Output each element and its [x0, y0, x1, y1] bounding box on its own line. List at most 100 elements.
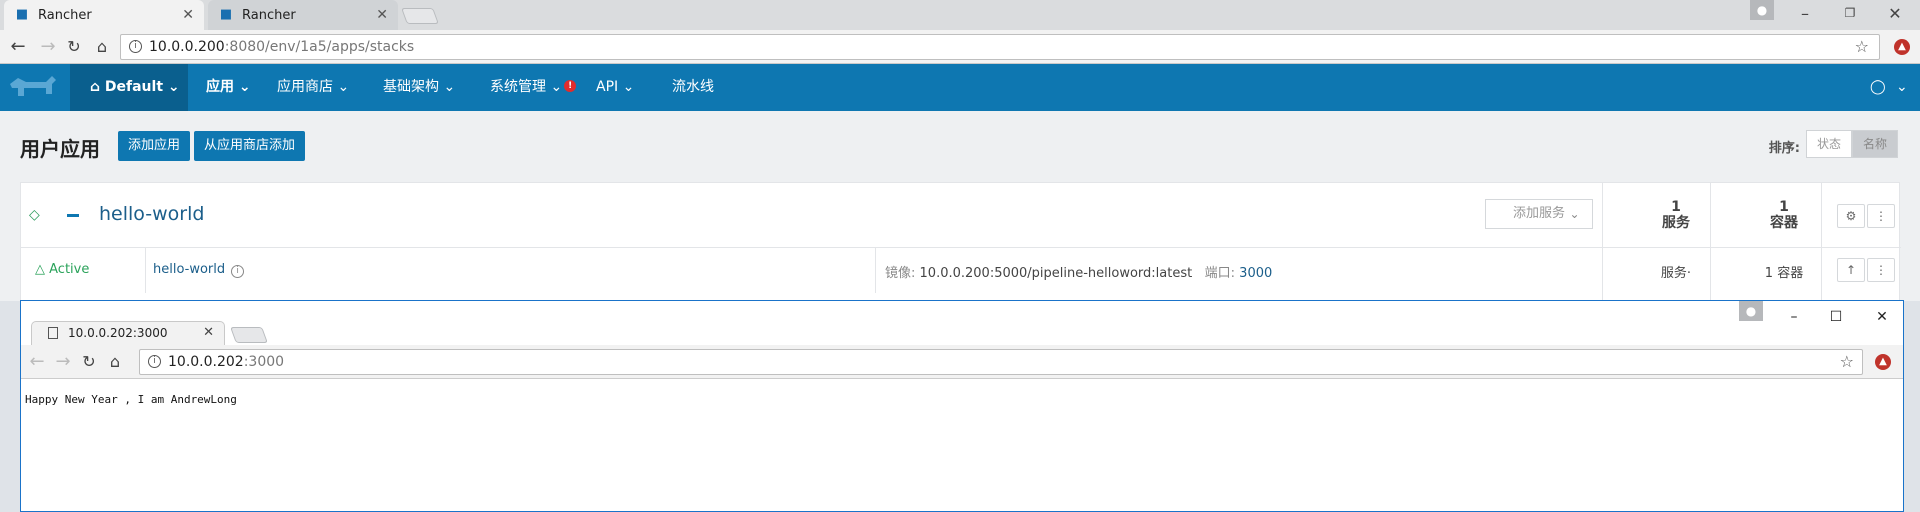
rancher-logo-icon[interactable] [8, 74, 58, 100]
main-content: 用户应用 添加应用 从应用商店添加 排序: 状态 名称 ◇ hello-worl… [0, 111, 1920, 302]
nav-pipeline[interactable]: 流水线 [672, 64, 714, 111]
extension-icon[interactable]: ▲ [1875, 354, 1891, 370]
url-input[interactable]: i 10.0.0.200:8080/env/1a5/apps/stacks ☆ [120, 34, 1880, 60]
info-icon[interactable]: i [129, 40, 142, 53]
popup-tab-title: 10.0.0.202:3000 [68, 326, 168, 340]
layers-icon: ◇ [29, 207, 40, 223]
profile-icon[interactable]: ● [1739, 301, 1763, 321]
minimize-icon[interactable]: – [1779, 305, 1809, 329]
nav-catalog[interactable]: 应用商店 ⌄ [277, 64, 349, 111]
more-vertical-icon: ⋮ [1875, 263, 1887, 277]
services-count: 1 服务 [1662, 199, 1690, 231]
minimize-icon[interactable]: – [1790, 0, 1820, 26]
environment-label: Default [104, 79, 164, 95]
chevron-down-icon: ⌄ [337, 79, 350, 95]
maximize-icon[interactable]: ☐ [1821, 305, 1851, 329]
chevron-down-icon: ⌄ [238, 79, 251, 95]
service-more-button[interactable]: ⋮ [1867, 258, 1895, 282]
port-link[interactable]: 3000 [1239, 266, 1272, 281]
add-app-button[interactable]: 添加应用 [118, 131, 191, 161]
address-toolbar: ← → ↻ ⌂ i 10.0.0.200:8080/env/1a5/apps/s… [0, 30, 1920, 64]
environment-switcher[interactable]: ⌂ Default ⌄ [70, 64, 188, 111]
chevron-down-icon: ⌄ [550, 79, 563, 95]
gear-icon: ⚙ [1845, 209, 1857, 223]
forward-icon[interactable]: → [51, 350, 75, 374]
rancher-favicon-icon: ■ [219, 7, 233, 22]
chevron-down-icon: ⌄ [1569, 207, 1580, 221]
new-tab-button[interactable] [230, 327, 268, 343]
service-name-link[interactable]: hello-world i [153, 262, 245, 278]
extension-icon[interactable]: ▲ [1894, 39, 1910, 55]
bookmark-star-icon[interactable]: ☆ [1840, 350, 1854, 374]
stack-settings-button[interactable]: ⚙ [1837, 204, 1865, 228]
browser-tab-strip: ■ Rancher ✕ ■ Rancher ✕ ● – ❐ ✕ [0, 0, 1920, 30]
column-divider [145, 248, 146, 293]
rancher-favicon-icon: ■ [15, 7, 29, 22]
bookmark-star-icon[interactable]: ☆ [1855, 35, 1869, 59]
tab-title: Rancher [38, 7, 92, 23]
chevron-down-icon[interactable]: ⌄ [1896, 64, 1908, 111]
more-vertical-icon: ⋮ [1875, 209, 1887, 223]
nav-infrastructure[interactable]: 基础架构 ⌄ [383, 64, 455, 111]
nav-apps[interactable]: 应用 ⌄ [206, 64, 251, 111]
page-icon [48, 327, 58, 339]
browser-tab-rancher-active[interactable]: ■ Rancher ✕ [4, 0, 204, 30]
service-upgrade-button[interactable]: ↑ [1837, 258, 1865, 282]
service-status-icon: △ [35, 262, 45, 277]
close-tab-icon[interactable]: ✕ [376, 7, 388, 23]
stack-card: ◇ hello-world 添加服务 ⌄ 1 服务 1 容器 ⚙ ⋮ △ Act… [20, 182, 1901, 302]
reload-icon[interactable]: ↻ [77, 350, 101, 374]
close-window-icon[interactable]: ✕ [1880, 0, 1910, 26]
close-tab-icon[interactable]: ✕ [203, 322, 214, 344]
stack-more-button[interactable]: ⋮ [1867, 204, 1895, 228]
restore-icon[interactable]: ❐ [1835, 0, 1865, 26]
tab-title: Rancher [242, 7, 296, 23]
upgrade-arrow-icon: ↑ [1845, 263, 1857, 277]
service-scale: 服务· [1660, 266, 1692, 281]
close-tab-icon[interactable]: ✕ [182, 7, 194, 23]
popup-address-toolbar: ← → ↻ ⌂ i 10.0.0.202:3000 ☆ ▲ [21, 345, 1903, 379]
service-containers: 1 容器 [1764, 266, 1804, 281]
service-state: △ Active [35, 262, 90, 277]
url-path: :3000 [243, 354, 285, 370]
chevron-down-icon: ⌄ [167, 79, 180, 95]
service-row: △ Active hello-world i 镜像: 10.0.0.200:500… [21, 248, 1901, 293]
reload-icon[interactable]: ↻ [62, 35, 86, 59]
info-icon[interactable]: i [231, 265, 245, 278]
home-icon[interactable]: ⌂ [103, 350, 127, 374]
nav-api[interactable]: API ⌄ [596, 64, 634, 111]
profile-icon[interactable]: ● [1750, 0, 1774, 20]
sort-label: 排序: [1768, 141, 1800, 156]
browser-tab-rancher[interactable]: ■ Rancher ✕ [208, 0, 398, 30]
sort-by-name-button[interactable]: 名称 [1852, 130, 1898, 158]
rancher-top-nav: ⌂ Default ⌄ 应用 ⌄ 应用商店 ⌄ 基础架构 ⌄ 系统管理 ⌄! A… [0, 64, 1920, 111]
close-window-icon[interactable]: ✕ [1867, 305, 1897, 329]
chevron-down-icon: ⌄ [622, 79, 635, 95]
stack-header: ◇ hello-world 添加服务 ⌄ 1 服务 1 容器 ⚙ ⋮ [21, 183, 1901, 248]
add-from-catalog-button[interactable]: 从应用商店添加 [194, 131, 306, 161]
add-service-dropdown[interactable]: ⌄ [1557, 199, 1593, 229]
url-path: :8080/env/1a5/apps/stacks [224, 39, 415, 55]
sort-by-state-button[interactable]: 状态 [1806, 130, 1852, 158]
chevron-down-icon: ⌄ [443, 79, 456, 95]
home-env-icon: ⌂ [90, 79, 101, 95]
new-tab-button[interactable] [401, 8, 439, 24]
info-icon[interactable]: i [148, 355, 161, 368]
page-body-text: Happy New Year , I am AndrewLong [25, 393, 237, 406]
page-title: 用户应用 [20, 137, 100, 161]
home-icon[interactable]: ⌂ [90, 35, 114, 59]
back-icon[interactable]: ← [25, 350, 49, 374]
stack-name-link[interactable]: hello-world [99, 203, 204, 225]
collapse-toggle[interactable] [67, 214, 79, 217]
url-host: 10.0.0.200 [149, 39, 225, 55]
user-menu-icon[interactable]: ◯ [1870, 64, 1886, 111]
alert-badge: ! [564, 80, 577, 92]
popup-tab[interactable]: 10.0.0.202:3000 ✕ [31, 321, 225, 345]
nav-admin[interactable]: 系统管理 ⌄! [490, 64, 577, 111]
service-image-info: 镜像: 10.0.0.200:5000/pipeline-helloword:l… [885, 266, 1273, 281]
column-divider [875, 248, 876, 293]
forward-icon[interactable]: → [36, 35, 60, 59]
back-icon[interactable]: ← [6, 35, 30, 59]
popup-url-input[interactable]: i 10.0.0.202:3000 ☆ [139, 349, 1863, 375]
url-host: 10.0.0.202 [168, 354, 244, 370]
